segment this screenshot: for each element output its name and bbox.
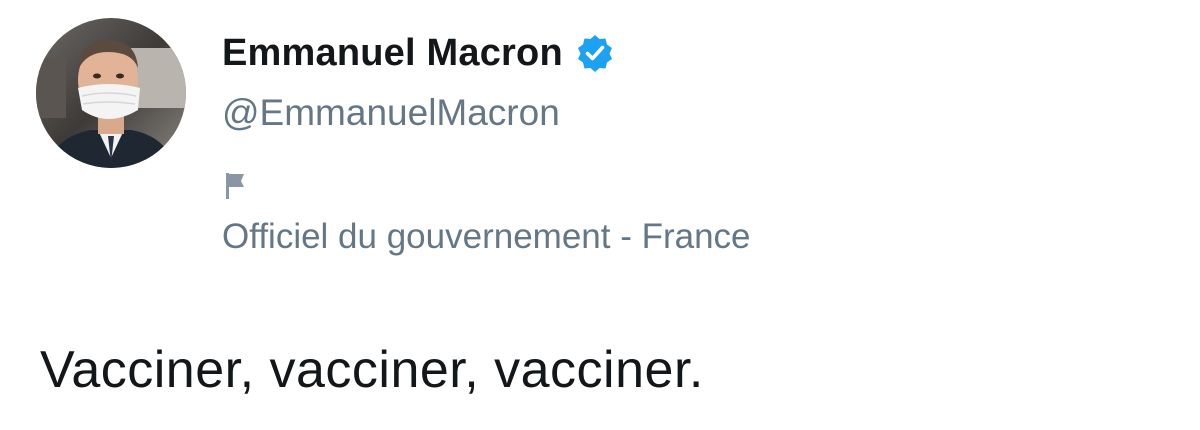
tweet-text: Vacciner, vacciner, vacciner. [40,341,704,399]
verified-badge-icon [575,33,615,73]
tweet-card: Emmanuel Macron @EmmanuelMacron Officiel… [0,0,1200,430]
flag-icon [222,170,258,200]
profile-avatar[interactable] [36,18,186,168]
author-name-row: Emmanuel Macron [222,28,615,78]
government-account-label[interactable]: Officiel du gouvernement - France [222,217,751,257]
avatar-image [36,18,186,168]
username-handle[interactable]: @EmmanuelMacron [222,92,560,134]
display-name[interactable]: Emmanuel Macron [222,32,563,75]
